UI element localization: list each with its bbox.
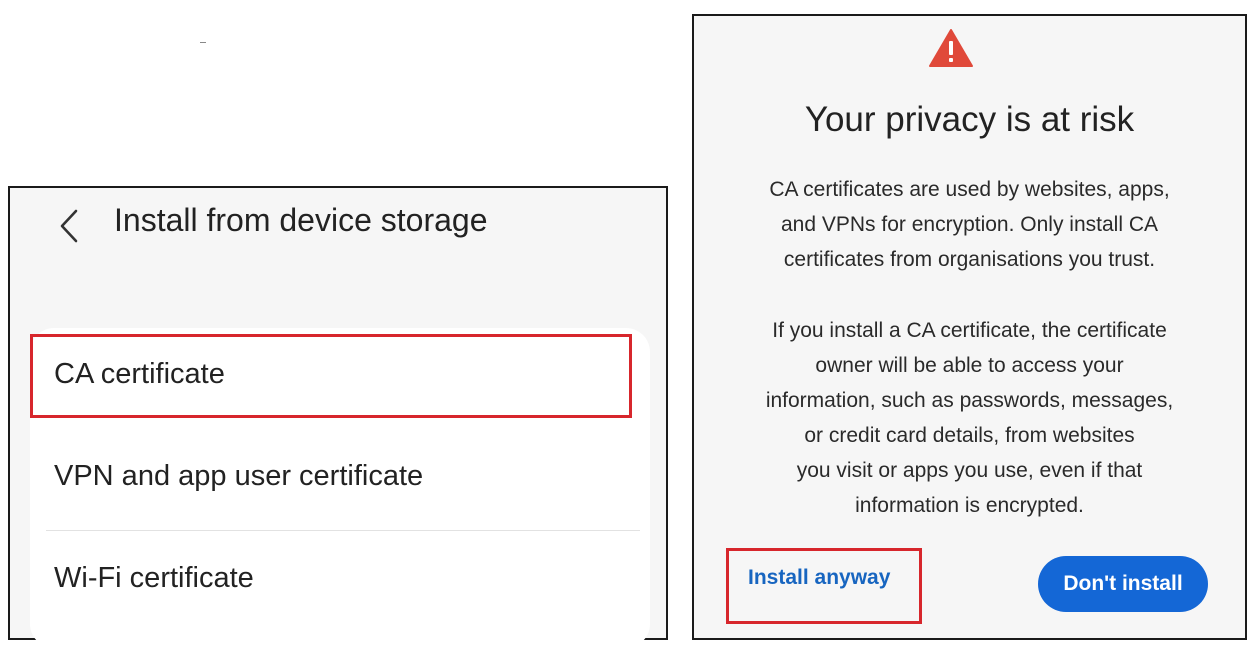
privacy-warning-dialog: Your privacy is at risk CA certificates … bbox=[692, 14, 1247, 640]
divider bbox=[46, 530, 640, 531]
warning-triangle-icon bbox=[929, 29, 973, 67]
highlight-box bbox=[726, 548, 922, 624]
dialog-message-1: CA certificates are used by websites, ap… bbox=[769, 178, 1170, 271]
dont-install-button[interactable]: Don't install bbox=[1038, 556, 1208, 612]
list-item-label: VPN and app user certificate bbox=[54, 460, 424, 492]
chevron-left-icon bbox=[60, 209, 78, 243]
app-bar: Install from device storage bbox=[10, 188, 666, 268]
install-from-storage-screen: Install from device storage CA certifica… bbox=[8, 186, 668, 648]
page-title: Install from device storage bbox=[114, 202, 488, 238]
dialog-message-2: If you install a CA certificate, the cer… bbox=[765, 319, 1174, 517]
dialog-title: Your privacy is at risk bbox=[804, 100, 1135, 139]
list-item-wifi-certificate[interactable]: Wi-Fi certificate bbox=[30, 532, 650, 634]
stray-mark bbox=[200, 42, 206, 43]
back-button[interactable] bbox=[54, 206, 84, 246]
list-item-label: Wi-Fi certificate bbox=[54, 562, 254, 594]
list-item-vpn-app-user-certificate[interactable]: VPN and app user certificate bbox=[30, 430, 650, 532]
highlight-box bbox=[30, 334, 632, 418]
